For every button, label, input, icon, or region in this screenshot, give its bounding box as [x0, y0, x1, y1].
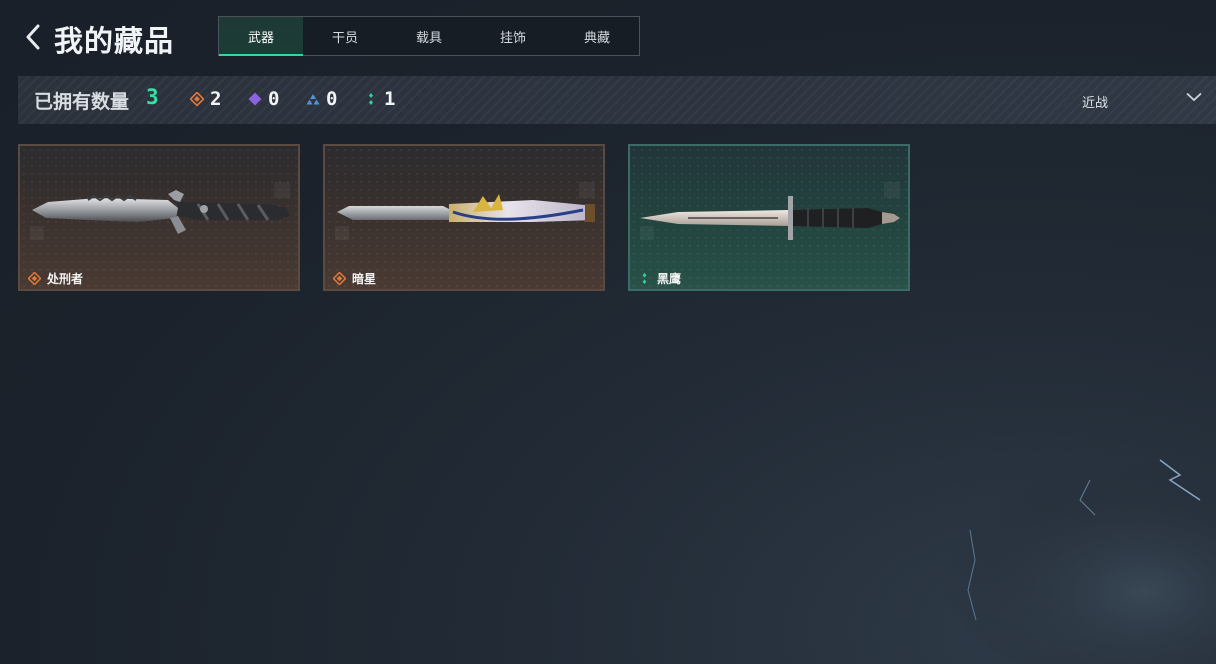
- sort-dropdown[interactable]: 近战: [1082, 76, 1216, 124]
- item-card[interactable]: 处刑者: [18, 144, 300, 291]
- chevron-down-icon: [1186, 92, 1202, 102]
- item-name: 处刑者: [47, 272, 84, 286]
- item-card[interactable]: 黑鹰: [628, 144, 910, 291]
- green-dots-icon: [369, 93, 373, 105]
- executioner-knife-image: [32, 190, 290, 234]
- orange-diamond-icon: [190, 92, 204, 106]
- rarity-count-value: 0: [326, 88, 338, 110]
- rarity-count-purple: 0: [248, 88, 279, 110]
- owned-count-label: 已拥有数量: [34, 91, 130, 113]
- purple-diamond-icon: [248, 92, 262, 106]
- ownership-summary-bar: 已拥有数量 3 2 0 0 1 近战: [18, 76, 1216, 124]
- blue-triangle-icon: [306, 94, 320, 105]
- rarity-count-value: 2: [210, 88, 222, 110]
- tab-operators[interactable]: 干员: [303, 17, 387, 55]
- category-tabs: 武器 干员 载具 挂饰 典藏: [218, 16, 640, 56]
- chevron-left-icon: [26, 24, 40, 50]
- item-name-row: 处刑者: [28, 270, 83, 287]
- orange-diamond-icon: [333, 272, 346, 285]
- rarity-count-value: 1: [384, 88, 396, 110]
- storm-backdrop-image: [940, 459, 1216, 664]
- item-card[interactable]: 暗星: [323, 144, 605, 291]
- dark-star-knife-image: [337, 194, 595, 222]
- item-name: 暗星: [352, 272, 377, 286]
- rarity-count-blue: 0: [306, 88, 337, 110]
- item-name-row: 黑鹰: [638, 270, 681, 287]
- item-name: 黑鹰: [657, 272, 682, 286]
- tab-weapons[interactable]: 武器: [219, 17, 303, 56]
- orange-diamond-icon: [28, 272, 41, 285]
- rarity-count-green: 1: [364, 88, 395, 110]
- green-dots-icon: [642, 272, 647, 285]
- tab-charms[interactable]: 挂饰: [471, 17, 555, 55]
- owned-count-value: 3: [146, 85, 159, 109]
- item-name-row: 暗星: [333, 270, 376, 287]
- tab-vehicles[interactable]: 载具: [387, 17, 471, 55]
- black-hawk-knife-image: [640, 196, 900, 240]
- sort-dropdown-value: 近战: [1082, 96, 1109, 111]
- rarity-count-value: 0: [268, 88, 280, 110]
- tab-collection[interactable]: 典藏: [555, 17, 639, 55]
- page-title: 我的藏品: [54, 24, 175, 58]
- rarity-count-orange: 2: [190, 88, 221, 110]
- back-button[interactable]: [18, 20, 48, 54]
